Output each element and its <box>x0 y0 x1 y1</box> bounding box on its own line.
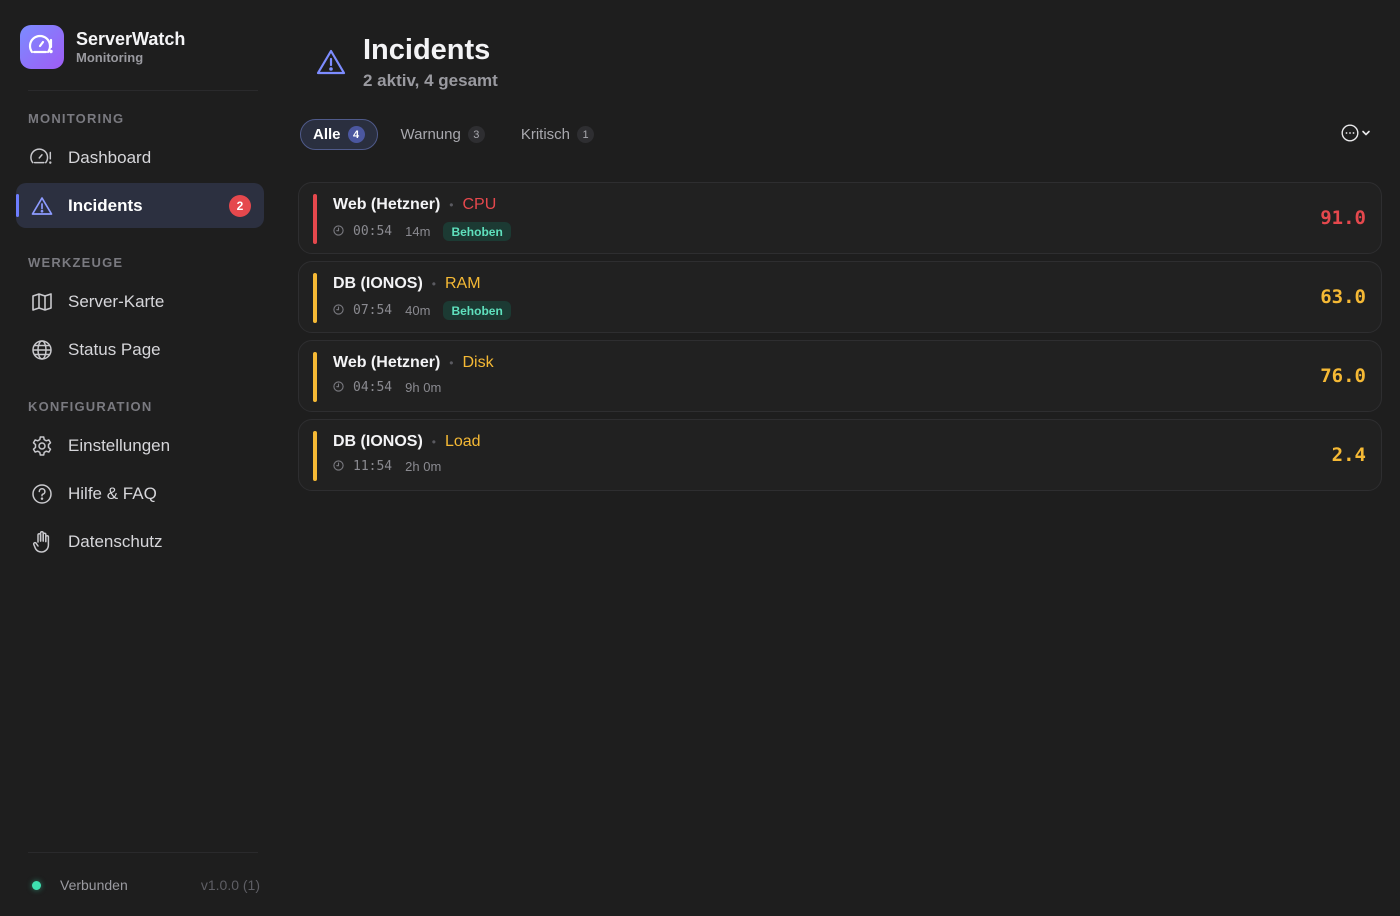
incident-value: 91.0 <box>1320 207 1366 229</box>
incident-metric: CPU <box>462 196 497 213</box>
incident-row[interactable]: DB (IONOS) • RAM 07:54 40m Behoben 63.0 <box>298 261 1382 333</box>
sidebar-item-label: Einstellungen <box>68 435 171 455</box>
divider <box>28 852 258 853</box>
gear-icon <box>30 434 54 458</box>
resolved-badge: Behoben <box>443 222 511 241</box>
severity-stripe <box>313 194 317 244</box>
incident-metric: Disk <box>462 354 494 371</box>
sidebar-item-label: Incidents <box>68 195 143 215</box>
incident-row[interactable]: Web (Hetzner) • CPU 00:54 14m Behoben 91… <box>298 182 1382 254</box>
sidebar-item-label: Status Page <box>68 339 161 359</box>
incident-duration: 9h 0m <box>405 380 442 395</box>
warning-triangle-icon <box>316 48 346 78</box>
sidebar-item-status-page[interactable]: Status Page <box>16 327 264 372</box>
tab-warnung[interactable]: Warnung 3 <box>388 119 498 150</box>
chevron-down-icon <box>1360 126 1372 144</box>
separator-dot: • <box>449 356 454 370</box>
warning-triangle-icon <box>30 194 54 218</box>
incident-value: 63.0 <box>1320 286 1366 308</box>
severity-stripe <box>313 273 317 323</box>
clock-icon <box>333 303 344 318</box>
ellipsis-circle-icon <box>1340 123 1360 148</box>
incident-value: 76.0 <box>1320 365 1366 387</box>
tab-label: Warnung <box>400 126 461 143</box>
incident-count-badge: 2 <box>229 195 251 217</box>
sidebar-item-label: Hilfe & FAQ <box>68 483 157 503</box>
app-subtitle: Monitoring <box>76 50 144 65</box>
incident-metric: Load <box>444 433 481 450</box>
active-indicator <box>16 194 19 217</box>
incident-server: Web (Hetzner) <box>333 196 441 213</box>
sidebar-item-label: Server-Karte <box>68 291 165 311</box>
gauge-icon <box>30 146 54 170</box>
app-title: ServerWatch <box>76 29 186 49</box>
question-circle-icon <box>30 482 54 506</box>
status-dot-icon <box>32 880 41 890</box>
incident-duration: 2h 0m <box>405 459 442 474</box>
connection-status: Verbunden v1.0.0 (1) <box>28 872 260 898</box>
app-logo-icon <box>20 25 64 69</box>
separator-dot: • <box>431 435 436 449</box>
clock-icon <box>333 459 344 474</box>
sidebar-item-label: Datenschutz <box>68 531 163 551</box>
incident-time: 11:54 <box>353 459 393 474</box>
incident-row[interactable]: DB (IONOS) • Load 11:54 2h 0m 2.4 <box>298 419 1382 491</box>
tab-label: Kritisch <box>520 126 571 143</box>
hand-icon <box>30 530 54 554</box>
tab-count: 3 <box>467 126 485 143</box>
page-subtitle: 2 aktiv, 4 gesamt <box>363 71 498 90</box>
clock-icon <box>333 224 344 239</box>
incident-server: DB (IONOS) <box>333 275 423 292</box>
divider <box>28 90 258 91</box>
tab-count: 4 <box>347 126 365 143</box>
separator-dot: • <box>449 198 454 212</box>
sidebar-item-dashboard[interactable]: Dashboard <box>16 135 264 180</box>
section-label-werkzeuge: WERKZEUGE <box>28 255 124 270</box>
incident-metric: RAM <box>444 275 481 292</box>
incident-duration: 14m <box>405 224 431 239</box>
incident-value: 2.4 <box>1331 444 1366 466</box>
incident-row[interactable]: Web (Hetzner) • Disk 04:54 9h 0m 76.0 <box>298 340 1382 412</box>
sidebar-item-label: Dashboard <box>68 147 152 167</box>
tab-alle[interactable]: Alle 4 <box>300 119 378 150</box>
status-text: Verbunden <box>60 877 128 893</box>
sidebar: ServerWatch Monitoring MONITORING Dashbo… <box>0 0 280 916</box>
sidebar-item-datenschutz[interactable]: Datenschutz <box>16 519 264 564</box>
map-icon <box>30 290 54 314</box>
incident-server: DB (IONOS) <box>333 433 423 450</box>
incident-time: 04:54 <box>353 380 393 395</box>
incident-server: Web (Hetzner) <box>333 354 441 371</box>
incident-time: 00:54 <box>353 224 393 239</box>
incident-duration: 40m <box>405 303 431 318</box>
tab-count: 1 <box>577 126 595 143</box>
section-label-konfiguration: KONFIGURATION <box>28 399 153 414</box>
page-title: Incidents <box>363 34 491 66</box>
severity-stripe <box>313 352 317 402</box>
brand: ServerWatch Monitoring <box>20 25 185 69</box>
tab-kritisch[interactable]: Kritisch 1 <box>508 119 607 150</box>
sidebar-item-incidents[interactable]: Incidents 2 <box>16 183 264 228</box>
clock-icon <box>333 380 344 395</box>
tab-label: Alle <box>313 126 341 143</box>
incident-time: 07:54 <box>353 303 393 318</box>
filter-tabs: Alle 4 Warnung 3 Kritisch 1 <box>300 119 617 150</box>
separator-dot: • <box>431 277 436 291</box>
section-label-monitoring: MONITORING <box>28 111 125 126</box>
globe-icon <box>30 338 54 362</box>
severity-stripe <box>313 431 317 481</box>
more-options-button[interactable] <box>1340 123 1374 148</box>
sidebar-item-einstellungen[interactable]: Einstellungen <box>16 423 264 468</box>
app-version: v1.0.0 (1) <box>200 877 260 893</box>
resolved-badge: Behoben <box>443 301 511 320</box>
sidebar-item-server-karte[interactable]: Server-Karte <box>16 279 264 324</box>
sidebar-item-hilfe-faq[interactable]: Hilfe & FAQ <box>16 471 264 516</box>
